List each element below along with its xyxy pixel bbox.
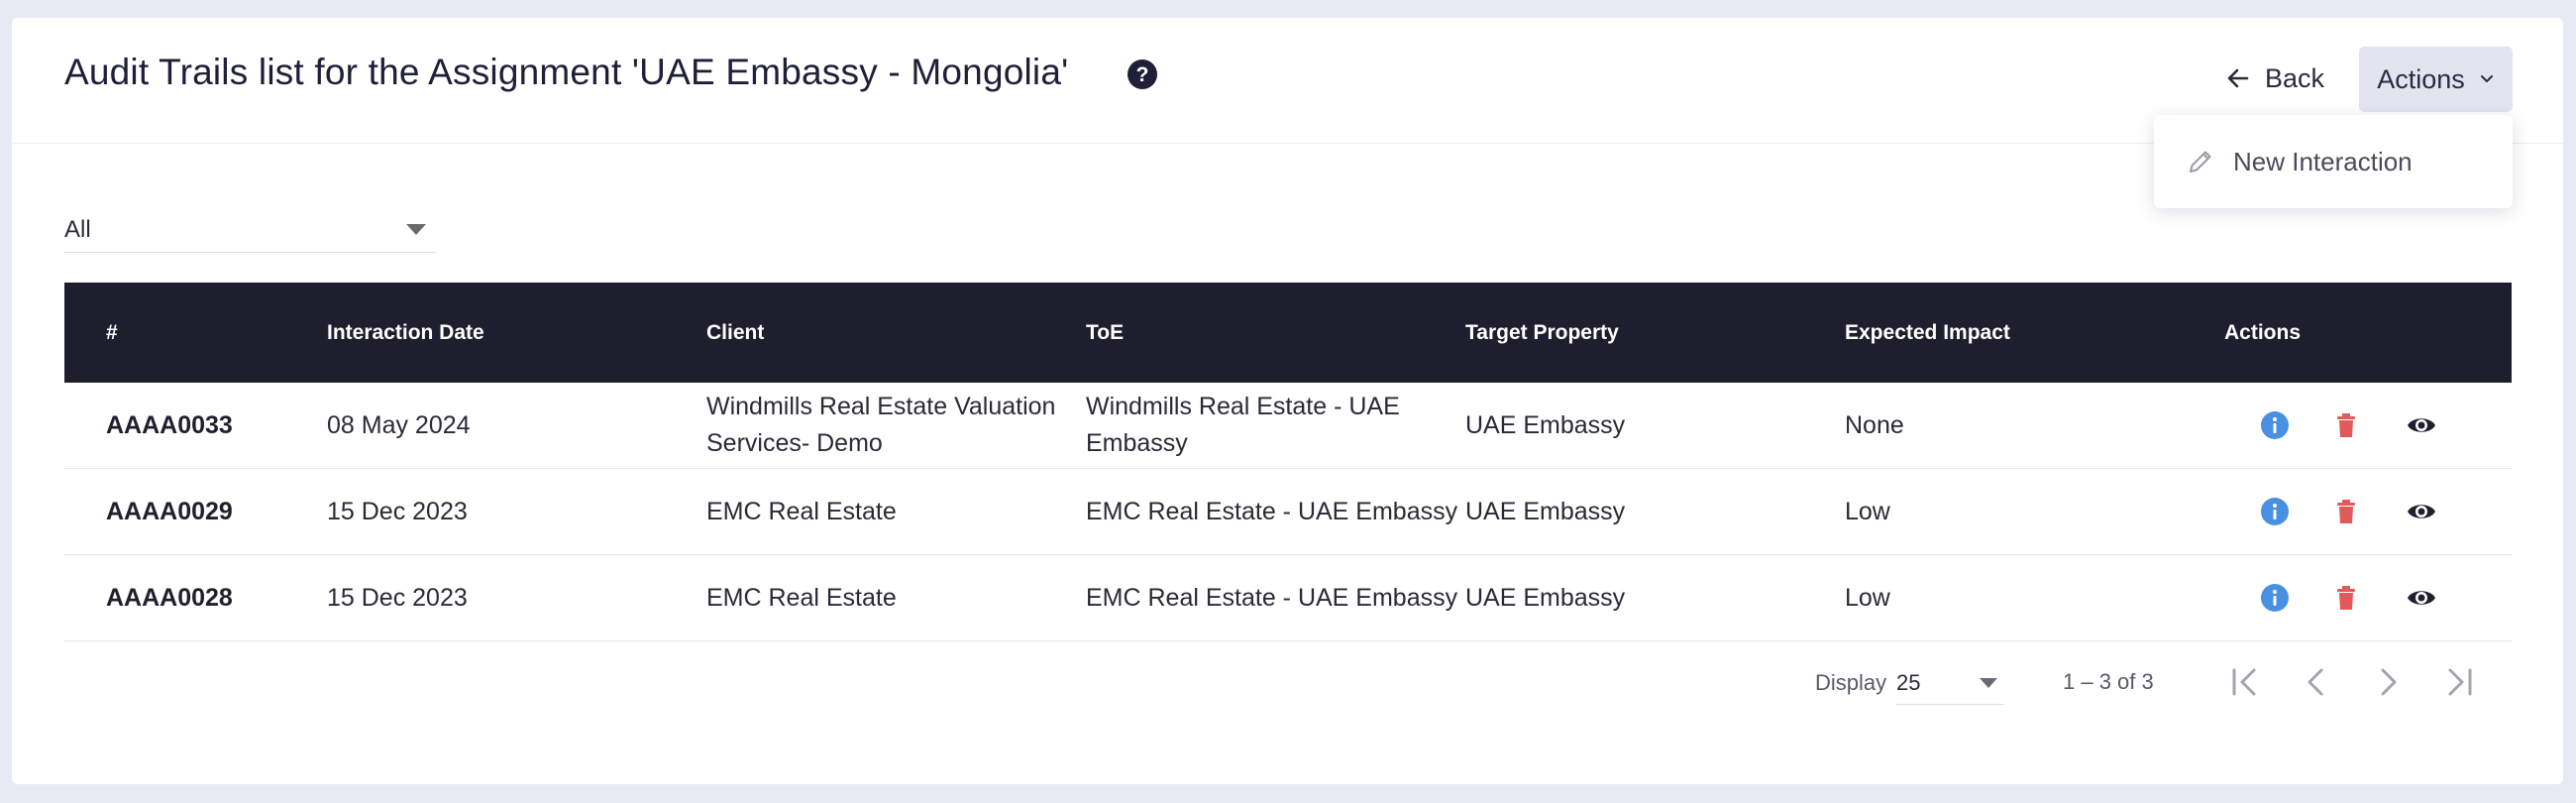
row-actions <box>2259 383 2477 468</box>
row-expected-impact: Low <box>1845 583 1890 612</box>
menu-item-label: New Interaction <box>2233 146 2413 176</box>
page-range: 1 – 3 of 3 <box>2063 669 2154 694</box>
next-page-icon[interactable] <box>2370 664 2406 700</box>
column-header-expected-impact: Expected Impact <box>1845 320 2010 344</box>
help-icon[interactable]: ? <box>1127 58 1158 90</box>
row-client: EMC Real Estate <box>706 497 897 525</box>
page-size-select[interactable]: 25 <box>1896 660 2003 705</box>
column-header-number: # <box>106 320 118 344</box>
info-icon[interactable] <box>2259 582 2291 614</box>
filter-value: All <box>64 216 91 243</box>
row-toe: EMC Real Estate - UAE Embassy <box>1086 583 1458 612</box>
display-label: Display <box>1815 670 1887 695</box>
pencil-icon <box>2190 151 2211 172</box>
column-header-client: Client <box>706 320 765 344</box>
menu-item-new-interaction[interactable]: New Interaction <box>2154 115 2513 208</box>
info-icon[interactable] <box>2259 496 2291 527</box>
last-page-icon[interactable] <box>2441 664 2477 700</box>
table-row: AAAA0028 15 Dec 2023 EMC Real Estate EMC… <box>64 555 2512 641</box>
row-date: 15 Dec 2023 <box>327 583 468 612</box>
row-date: 15 Dec 2023 <box>327 497 468 525</box>
svg-text:?: ? <box>1136 63 1149 86</box>
back-button[interactable]: Back <box>2209 54 2340 103</box>
row-toe: Windmills Real Estate - UAE Embassy <box>1086 393 1400 457</box>
column-header-target-property: Target Property <box>1465 320 1619 344</box>
page-size-value: 25 <box>1896 670 1921 695</box>
table-header: # Interaction Date Client ToE Target Pro… <box>64 283 2512 383</box>
row-expected-impact: Low <box>1845 497 1890 525</box>
audit-table: # Interaction Date Client ToE Target Pro… <box>64 283 2512 641</box>
row-target-property: UAE Embassy <box>1465 497 1626 525</box>
column-header-interaction-date: Interaction Date <box>327 320 484 344</box>
row-id: AAAA0028 <box>106 583 233 612</box>
main-card: Audit Trails list for the Assignment 'UA… <box>12 18 2563 784</box>
row-target-property: UAE Embassy <box>1465 583 1626 612</box>
row-client: Windmills Real Estate Valuation Services… <box>706 393 1056 457</box>
arrow-left-icon <box>2227 68 2249 88</box>
info-icon[interactable] <box>2259 409 2291 441</box>
column-header-actions: Actions <box>2224 320 2302 344</box>
first-page-icon[interactable] <box>2227 664 2263 700</box>
row-expected-impact: None <box>1845 410 1904 439</box>
eye-icon[interactable] <box>2406 582 2437 614</box>
trash-icon[interactable] <box>2330 582 2362 614</box>
trash-icon[interactable] <box>2330 409 2362 441</box>
row-actions <box>2259 555 2477 640</box>
row-toe: EMC Real Estate - UAE Embassy <box>1086 497 1458 525</box>
row-id: AAAA0029 <box>106 497 233 525</box>
column-header-toe: ToE <box>1086 320 1125 344</box>
table-row: AAAA0033 08 May 2024 Windmills Real Esta… <box>64 383 2512 469</box>
caret-down-icon <box>406 224 426 235</box>
pagination: Display 25 1 – 3 of 3 <box>12 652 2563 712</box>
chevron-down-icon <box>2480 75 2493 82</box>
back-label: Back <box>2265 62 2325 93</box>
table-row: AAAA0029 15 Dec 2023 EMC Real Estate EMC… <box>64 469 2512 555</box>
previous-page-icon[interactable] <box>2299 664 2334 700</box>
row-date: 08 May 2024 <box>327 410 471 439</box>
eye-icon[interactable] <box>2406 409 2437 441</box>
row-id: AAAA0033 <box>106 410 233 439</box>
actions-dropdown-button[interactable]: Actions <box>2359 47 2513 112</box>
page-title: Audit Trails list for the Assignment 'UA… <box>64 52 1069 92</box>
row-actions <box>2259 469 2477 554</box>
row-target-property: UAE Embassy <box>1465 410 1626 439</box>
row-client: EMC Real Estate <box>706 583 897 612</box>
actions-label: Actions <box>2377 63 2465 94</box>
filter-select[interactable]: All <box>64 204 436 253</box>
trash-icon[interactable] <box>2330 496 2362 527</box>
actions-menu: New Interaction <box>2154 115 2513 208</box>
caret-down-icon <box>1980 678 1997 688</box>
eye-icon[interactable] <box>2406 496 2437 527</box>
